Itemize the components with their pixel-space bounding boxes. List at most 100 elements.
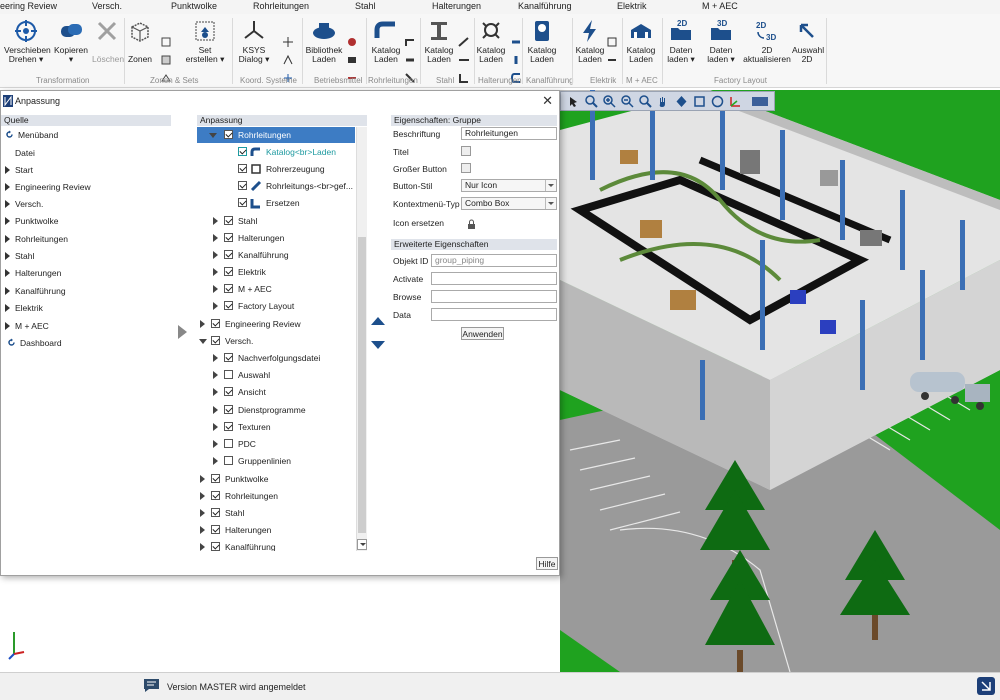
source-item-engineering-review[interactable]: Engineering Review	[15, 182, 91, 192]
help-button[interactable]: Hilfe	[536, 557, 558, 570]
apply-button[interactable]: Anwenden	[461, 327, 504, 340]
create-set-button[interactable]: Set erstellen ▾	[182, 18, 228, 64]
object-id-input[interactable]: group_piping	[431, 254, 557, 267]
expand-arrow[interactable]	[200, 509, 205, 517]
collapse-arrow[interactable]	[199, 339, 207, 344]
electric-tool-icon[interactable]	[606, 54, 618, 66]
source-item-versch[interactable]: Versch.	[15, 199, 43, 209]
expand-arrow[interactable]	[213, 302, 218, 310]
zone-tool-icon[interactable]	[160, 36, 172, 48]
library-load-button[interactable]: Bibliothek Laden	[304, 18, 344, 64]
tree-checkbox[interactable]	[224, 439, 233, 448]
expand-arrow[interactable]	[200, 526, 205, 534]
tab-engineering-review[interactable]: eering Review	[0, 1, 57, 11]
axes-icon[interactable]	[729, 95, 742, 108]
select-2d-button[interactable]: Auswahl 2D	[792, 18, 824, 64]
tree-checkbox[interactable]	[238, 164, 247, 173]
source-item-rohrleitungen[interactable]: Rohrleitungen	[15, 234, 68, 244]
tab-elektrik[interactable]: Elektrik	[617, 1, 647, 11]
source-item-elektrik[interactable]: Elektrik	[15, 303, 43, 313]
catalog-aec-button[interactable]: Katalog Laden	[624, 18, 658, 64]
source-item-m-aec[interactable]: M + AEC	[15, 321, 49, 331]
expand-arrow[interactable]	[213, 457, 218, 465]
expand-arrow[interactable]	[213, 371, 218, 379]
expand-arrow[interactable]	[5, 304, 10, 312]
expand-arrow[interactable]	[5, 252, 10, 260]
copy-button[interactable]: Kopieren ▾	[52, 18, 90, 64]
load-2d-data-button[interactable]: 2D Daten laden ▾	[664, 18, 698, 64]
rotate-view-icon[interactable]	[675, 95, 688, 108]
button-style-select[interactable]: Nur Icon	[461, 179, 557, 192]
equipment-tool-icon[interactable]	[346, 36, 358, 48]
expand-arrow[interactable]	[5, 322, 10, 330]
axis-tool-icon[interactable]	[282, 54, 294, 66]
expand-arrow[interactable]	[200, 543, 205, 551]
tree-checkbox[interactable]	[211, 336, 220, 345]
tab-versch[interactable]: Versch.	[92, 1, 122, 11]
move-up-icon[interactable]	[371, 317, 385, 325]
move-rotate-button[interactable]: Verschieben Drehen ▾	[4, 18, 51, 64]
axis-tool-icon[interactable]	[282, 36, 294, 48]
tree-checkbox[interactable]	[211, 508, 220, 517]
source-item-dashboard[interactable]: Dashboard	[20, 338, 62, 348]
tree-checkbox[interactable]	[224, 267, 233, 276]
tree-checkbox[interactable]	[238, 181, 247, 190]
catalog-steel-button[interactable]: Katalog Laden	[422, 18, 456, 64]
source-item-datei[interactable]: Datei	[15, 148, 35, 158]
expand-arrow[interactable]	[213, 354, 218, 362]
move-down-icon[interactable]	[371, 341, 385, 349]
ksys-dialog-button[interactable]: KSYS Dialog ▾	[236, 18, 272, 64]
scrollbar-thumb[interactable]	[358, 237, 366, 533]
lock-icon[interactable]	[467, 219, 476, 230]
expand-arrow[interactable]	[5, 269, 10, 277]
tab-punktwolke[interactable]: Punktwolke	[171, 1, 217, 11]
caption-input[interactable]: Rohrleitungen	[461, 127, 557, 140]
tree-row-selected[interactable]: Rohrleitungen	[197, 127, 355, 143]
expand-arrow[interactable]	[213, 217, 218, 225]
add-to-custom-arrow-icon[interactable]	[178, 325, 187, 339]
tab-m-aec[interactable]: M + AEC	[702, 1, 738, 11]
close-icon[interactable]: ✕	[542, 93, 553, 109]
support-tool-icon[interactable]	[510, 54, 522, 66]
zoom-fit-icon[interactable]	[639, 95, 652, 108]
tree-checkbox[interactable]	[211, 525, 220, 534]
tree-checkbox[interactable]	[224, 216, 233, 225]
tree-checkbox[interactable]	[224, 353, 233, 362]
walk-icon[interactable]	[711, 95, 724, 108]
expand-arrow[interactable]	[213, 285, 218, 293]
zoom-icon[interactable]	[585, 95, 598, 108]
tree-checkbox[interactable]	[211, 474, 220, 483]
tree-checkbox[interactable]	[238, 198, 247, 207]
update-2d-button[interactable]: 2D 3D 2D aktualisieren	[742, 18, 792, 64]
context-menu-type-select[interactable]: Combo Box	[461, 197, 557, 210]
expand-arrow[interactable]	[200, 492, 205, 500]
catalog-duct-button[interactable]: Katalog Laden	[524, 18, 560, 64]
tree-checkbox[interactable]	[224, 422, 233, 431]
steel-tool-icon[interactable]	[458, 72, 470, 84]
tree-checkbox[interactable]	[224, 233, 233, 242]
expand-arrow[interactable]	[213, 440, 218, 448]
pipe-tool-icon[interactable]	[404, 36, 416, 48]
tree-checkbox[interactable]	[224, 405, 233, 414]
tree-row[interactable]: Rohrleitungs-<br>gef...	[197, 178, 355, 194]
tree-checkbox[interactable]	[224, 387, 233, 396]
title-checkbox[interactable]	[461, 146, 471, 156]
source-item-punktwolke[interactable]: Punktwolke	[15, 216, 58, 226]
load-3d-data-button[interactable]: 3D Daten laden ▾	[702, 18, 740, 64]
expand-arrow[interactable]	[5, 183, 10, 191]
tab-rohrleitungen[interactable]: Rohrleitungen	[253, 1, 309, 11]
delete-button[interactable]: Löschen	[92, 18, 124, 64]
catalog-piping-button[interactable]: Katalog Laden	[368, 18, 404, 64]
catalog-supports-button[interactable]: Katalog Laden	[474, 18, 508, 64]
expand-arrow[interactable]	[5, 200, 10, 208]
expand-arrow[interactable]	[213, 388, 218, 396]
tree-checkbox[interactable]	[224, 370, 233, 379]
tree-checkbox[interactable]	[211, 491, 220, 500]
notification-icon[interactable]	[976, 676, 996, 696]
tree-checkbox[interactable]	[224, 250, 233, 259]
large-button-checkbox[interactable]	[461, 163, 471, 173]
steel-tool-icon[interactable]	[458, 54, 470, 66]
expand-arrow[interactable]	[5, 287, 10, 295]
view-mode-icon[interactable]	[751, 95, 769, 108]
tab-halterungen[interactable]: Halterungen	[432, 1, 481, 11]
